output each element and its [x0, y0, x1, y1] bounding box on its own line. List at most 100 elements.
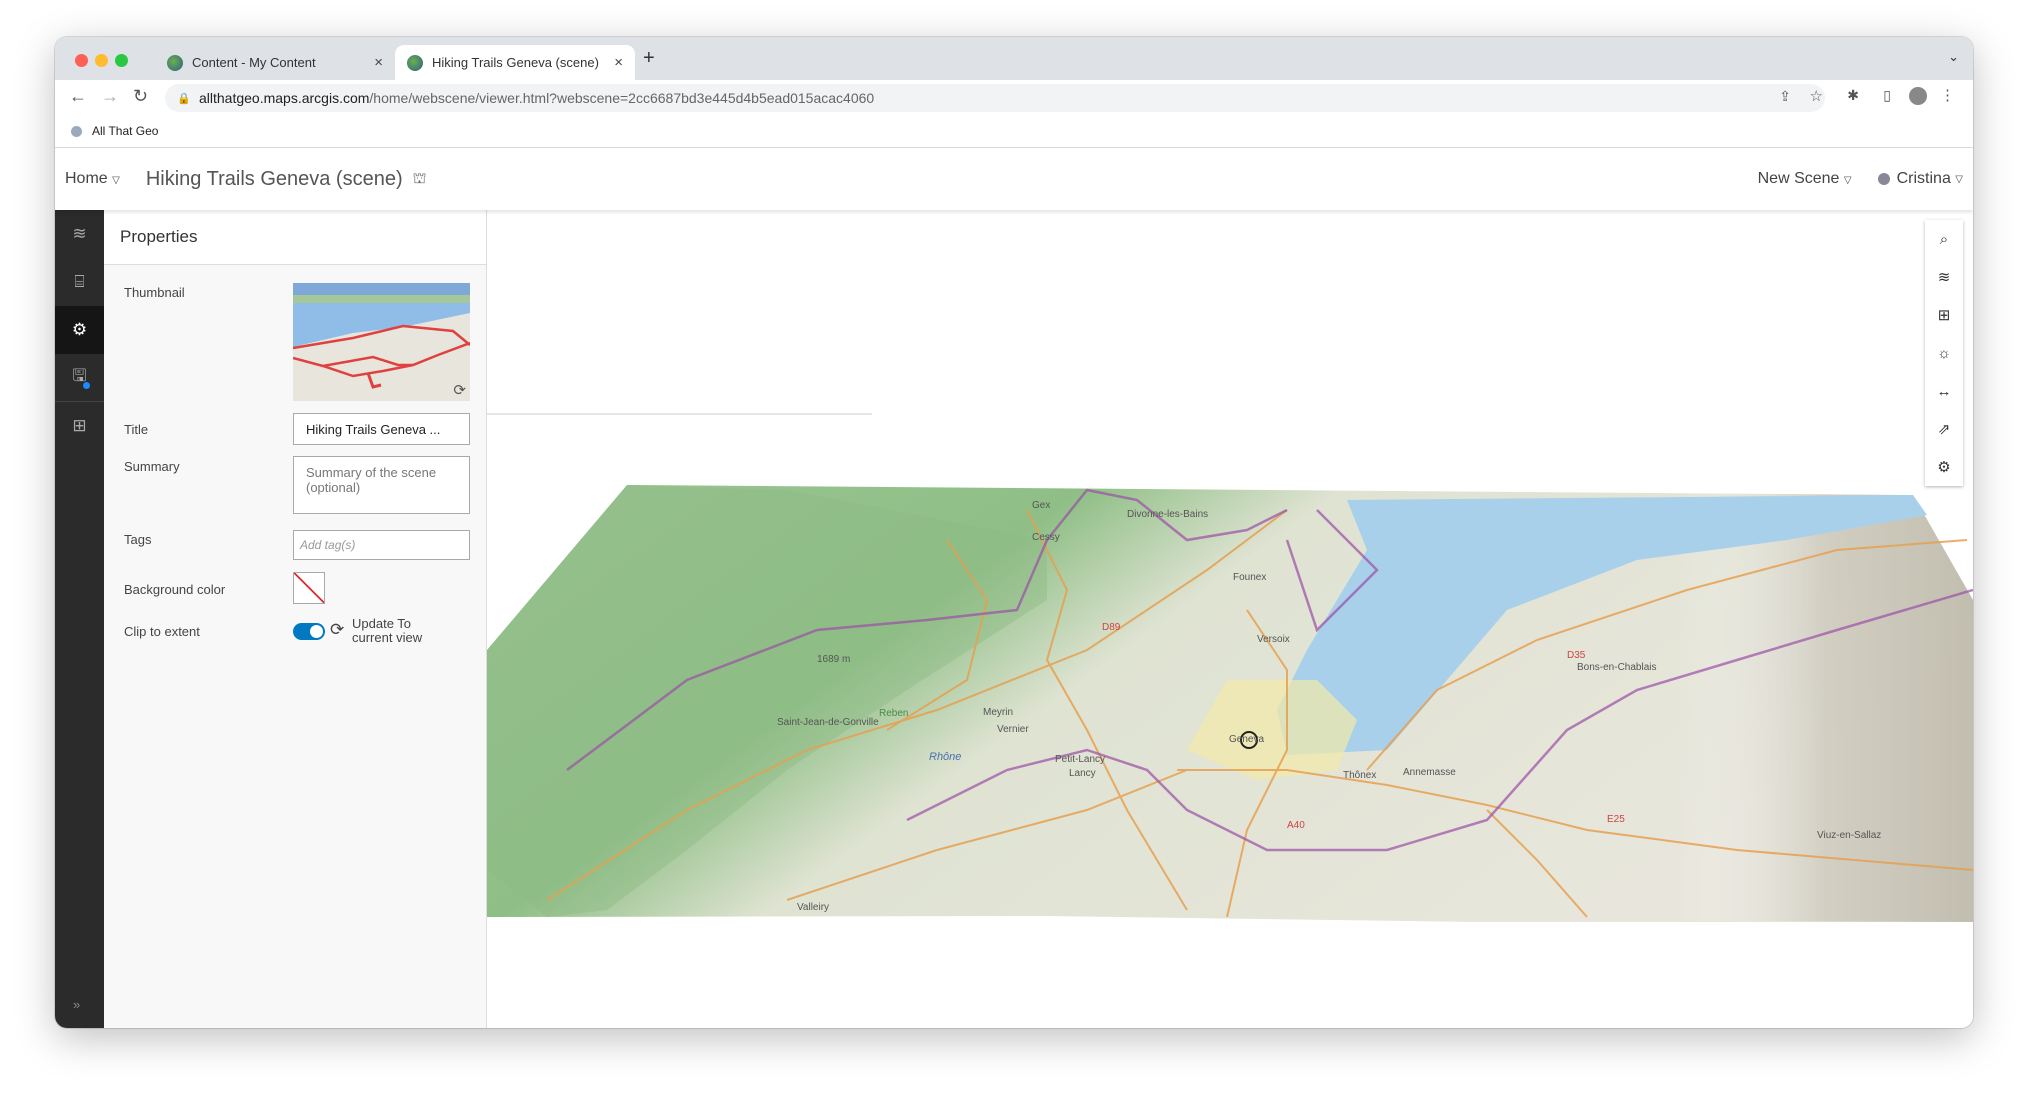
update-extent-icon[interactable]: ⟳ — [330, 620, 344, 640]
expand-sidebar-button[interactable]: » — [73, 997, 80, 1012]
search-button[interactable]: ⌕ — [1925, 220, 1963, 258]
back-icon[interactable]: ← — [69, 86, 87, 107]
daylight-button[interactable]: ☼ — [1925, 334, 1963, 372]
url-path: /home/webscene/viewer.html?webscene=2cc6… — [369, 90, 875, 106]
maximize-window-button[interactable] — [115, 54, 128, 67]
scene-view[interactable]: Gex Cessy Divonne-les-Bains Founex Verso… — [487, 210, 1973, 1028]
url-input[interactable]: 🔒 allthatgeo.maps.arcgis.com/home/websce… — [165, 84, 1825, 112]
tab-hiking-trails[interactable]: Hiking Trails Geneva (scene) × — [395, 45, 635, 80]
home-menu[interactable]: Home ▽ — [65, 170, 120, 188]
unsaved-indicator — [83, 382, 90, 389]
terrain-map[interactable]: Gex Cessy Divonne-les-Bains Founex Verso… — [487, 210, 1973, 1028]
map-label: Saint-Jean-de-Gonville — [777, 717, 879, 728]
user-menu[interactable]: Cristina ▽ — [1877, 170, 1963, 188]
extensions-icon[interactable]: ✱ — [1847, 87, 1859, 104]
map-label: Lancy — [1069, 768, 1096, 779]
daylight-icon: ☼ — [1937, 344, 1951, 362]
chevron-down-icon: ▽ — [112, 175, 120, 186]
close-tab-icon[interactable]: × — [374, 54, 383, 71]
map-label: Rhône — [929, 751, 961, 763]
close-window-button[interactable] — [75, 54, 88, 67]
update-to-current-view-button[interactable]: Update To current view — [352, 617, 422, 645]
layers-icon: ≋ — [72, 224, 87, 243]
chevron-down-icon: ▽ — [1955, 173, 1963, 185]
sidebar-item-layers[interactable]: ≋ — [55, 210, 104, 258]
measure-button[interactable]: ↔ — [1925, 372, 1963, 410]
map-label: Versoix — [1257, 634, 1290, 645]
panel-title: Properties — [104, 210, 486, 265]
settings-button[interactable]: ⚙ — [1925, 448, 1963, 486]
map-label: Viuz-en-Sallaz — [1817, 830, 1881, 841]
lock-icon: 🔒 — [177, 92, 191, 105]
close-tab-icon[interactable]: × — [614, 54, 623, 71]
chevron-down-icon: ▽ — [1843, 175, 1852, 186]
map-label: D35 — [1567, 650, 1586, 661]
home-label: Home — [65, 170, 108, 187]
map-label: Gex — [1032, 500, 1050, 511]
update-line1: Update To — [352, 616, 412, 631]
browser-menu-icon[interactable]: ⋮ — [1940, 86, 1955, 104]
share-page-icon[interactable]: ⇪ — [1779, 88, 1791, 105]
map-label: Annemasse — [1403, 767, 1456, 778]
map-label: Valleiry — [797, 902, 829, 913]
clip-to-extent-toggle[interactable] — [293, 623, 325, 640]
shared-organization-icon: ⛫ — [412, 169, 427, 187]
refresh-thumbnail-icon[interactable]: ⟳ — [453, 381, 466, 399]
update-line2: current view — [352, 630, 423, 645]
tab-label: Hiking Trails Geneva (scene) — [432, 55, 599, 70]
background-color-label: Background color — [124, 582, 226, 597]
new-tab-button[interactable]: + — [643, 47, 655, 70]
tab-content[interactable]: Content - My Content × — [155, 45, 395, 80]
browser-window: Content - My Content × Hiking Trails Gen… — [55, 37, 1973, 1028]
bookmark-all-that-geo[interactable]: All That Geo — [92, 124, 158, 138]
forward-icon[interactable]: → — [101, 86, 119, 107]
profile-avatar[interactable] — [1909, 87, 1927, 105]
sidebar-item-properties[interactable]: ⚙ — [55, 306, 104, 354]
sidebar-item-save[interactable]: 🖫 — [55, 354, 104, 402]
tags-input[interactable]: Add tag(s) — [293, 530, 470, 560]
background-color-swatch[interactable] — [293, 572, 325, 604]
share-button[interactable]: ⇗ — [1925, 410, 1963, 448]
thumbnail-image[interactable]: ⟳ — [293, 283, 470, 401]
map-label: Divonne-les-Bains — [1127, 509, 1208, 520]
map-label: D89 — [1102, 622, 1121, 633]
layers-icon: ≋ — [1937, 269, 1951, 286]
new-scene-label: New Scene — [1757, 170, 1840, 187]
slides-icon: ⌸ — [74, 272, 85, 291]
left-sidebar: ≋ ⌸ ⚙ 🖫 ⊞ » — [55, 210, 104, 1028]
title-input[interactable]: Hiking Trails Geneva ... — [293, 413, 470, 445]
address-bar-row: ← → ↻ 🔒 allthatgeo.maps.arcgis.com/home/… — [55, 80, 1973, 115]
bookmark-star-icon[interactable]: ☆ — [1810, 87, 1823, 105]
summary-textarea[interactable]: Summary of the scene (optional) — [293, 456, 470, 514]
user-avatar — [1877, 173, 1890, 185]
new-scene-menu[interactable]: New Scene ▽ — [1758, 170, 1852, 188]
map-label: A40 — [1287, 820, 1305, 831]
side-panel-icon[interactable]: ▯ — [1883, 87, 1891, 104]
layers-button[interactable]: ≋ — [1925, 258, 1963, 296]
tab-search-chevron-icon[interactable]: ⌄ — [1948, 49, 1959, 65]
tab-label: Content - My Content — [192, 55, 316, 70]
map-label: 1689 m — [817, 654, 850, 665]
map-label: Petit-Lancy — [1055, 754, 1105, 765]
map-label: Thônex — [1343, 770, 1376, 781]
scene-title: Hiking Trails Geneva (scene) — [145, 167, 403, 190]
url-host: allthatgeo.maps.arcgis.com — [199, 90, 370, 106]
app-header: Home ▽ Hiking Trails Geneva (scene) ⛫ Ne… — [55, 148, 1973, 210]
map-label: Vernier — [997, 724, 1029, 735]
thumbnail-label: Thumbnail — [124, 285, 185, 300]
minimize-window-button[interactable] — [95, 54, 108, 67]
share-icon: ⇗ — [1937, 421, 1951, 438]
clip-to-extent-label: Clip to extent — [124, 624, 200, 639]
user-name: Cristina — [1896, 170, 1951, 187]
map-label: Cessy — [1032, 532, 1060, 543]
grid-icon: ⊞ — [72, 416, 87, 435]
reload-icon[interactable]: ↻ — [133, 86, 148, 107]
map-label: Reben — [879, 708, 908, 719]
search-icon: ⌕ — [1939, 230, 1949, 248]
globe-icon — [167, 54, 183, 71]
sidebar-item-apps[interactable]: ⊞ — [55, 402, 104, 450]
bookmarks-bar: All That Geo — [55, 115, 1973, 148]
map-label: Geneva — [1229, 734, 1264, 745]
basemap-gallery-button[interactable]: ⊞ — [1925, 296, 1963, 334]
sidebar-item-slides[interactable]: ⌸ — [55, 258, 104, 306]
